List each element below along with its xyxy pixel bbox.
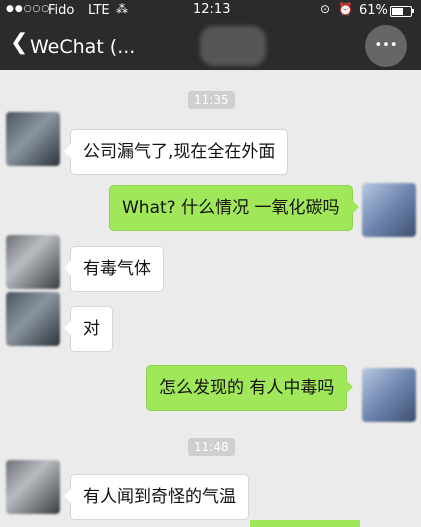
incoming-message[interactable]: 公司漏气了,现在全在外面 bbox=[63, 129, 289, 175]
contact-avatar[interactable] bbox=[6, 112, 60, 166]
more-options-button[interactable]: ••• bbox=[365, 25, 407, 67]
timestamp: 11:35 bbox=[188, 91, 235, 109]
battery-percentage: 61% bbox=[359, 3, 388, 18]
incoming-message[interactable]: 有毒气体 bbox=[64, 246, 164, 292]
rotation-lock-icon: ⊙ bbox=[320, 2, 331, 16]
battery-level bbox=[392, 8, 403, 15]
contact-avatar[interactable] bbox=[6, 460, 60, 514]
chat-title[interactable]: WeChat (... bbox=[30, 36, 135, 58]
my-avatar[interactable] bbox=[362, 183, 416, 237]
contact-avatar[interactable] bbox=[6, 292, 60, 346]
back-chevron-icon[interactable]: ❮ bbox=[10, 30, 28, 55]
contact-avatar[interactable] bbox=[6, 235, 60, 289]
activity-spinner-icon: ⁂ bbox=[116, 2, 128, 16]
partial-outgoing-message bbox=[250, 520, 360, 527]
my-avatar[interactable] bbox=[362, 368, 416, 422]
outgoing-message[interactable]: What? 什么情况 一氧化碳吗 bbox=[109, 185, 358, 231]
chat-header: ❮ WeChat (... ••• bbox=[0, 22, 421, 70]
timestamp: 11:48 bbox=[188, 438, 235, 456]
carrier-name: Fido bbox=[48, 3, 75, 18]
outgoing-message[interactable]: 怎么发现的 有人中毒吗 bbox=[146, 365, 354, 411]
redacted-area bbox=[200, 26, 266, 66]
status-bar: ●●○○○ Fido LTE ⁂ 12:13 ⊙ ⏰ 61% bbox=[0, 0, 421, 22]
network-type: LTE bbox=[88, 3, 110, 18]
battery-cap bbox=[412, 9, 414, 13]
status-clock: 12:13 bbox=[193, 2, 231, 17]
signal-strength-icon: ●●○○○ bbox=[6, 4, 51, 14]
incoming-message[interactable]: 对 bbox=[64, 306, 113, 352]
battery-icon bbox=[390, 6, 412, 17]
incoming-message[interactable]: 有人闻到奇怪的气温 bbox=[64, 474, 249, 520]
alarm-clock-icon: ⏰ bbox=[338, 2, 353, 16]
